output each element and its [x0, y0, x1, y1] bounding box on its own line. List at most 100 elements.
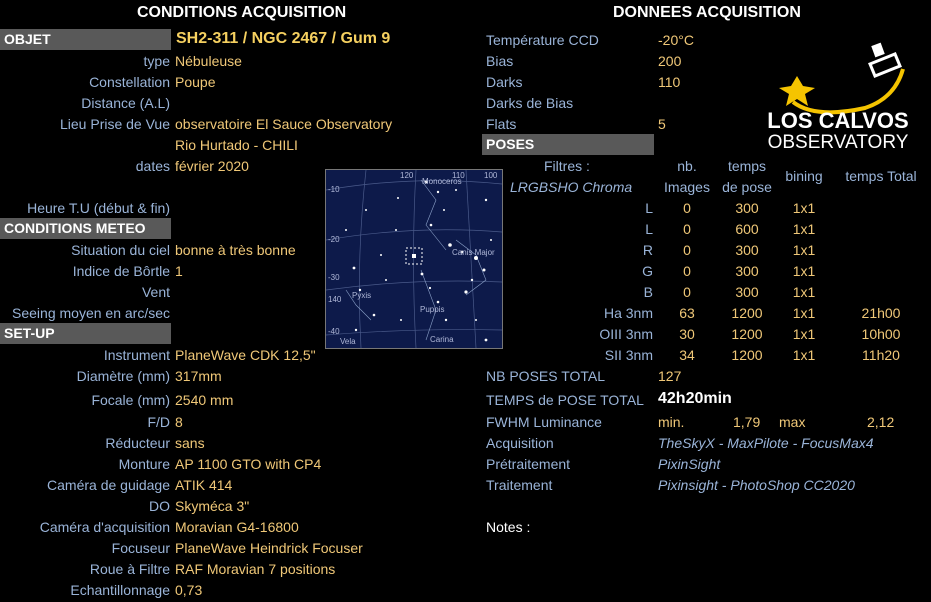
pose-total: 10h00 — [861, 326, 901, 342]
nb-poses-value: 127 — [658, 368, 682, 384]
map-star — [443, 209, 445, 211]
map-star — [428, 286, 432, 290]
left-label: Distance (A.L) — [81, 95, 170, 111]
map-label-canis-major: Canis Major — [452, 248, 495, 257]
pose-bining: 1x1 — [792, 284, 816, 300]
setup-value: PlaneWave Heindrick Focuser — [175, 540, 363, 556]
setup-value: sans — [175, 435, 205, 451]
logo-line1: LOS CALVOS — [767, 108, 908, 133]
setup-value: AP 1100 GTO with CP4 — [175, 456, 322, 472]
pose-temps: 1200 — [731, 326, 763, 342]
pose-nb: 34 — [679, 347, 695, 363]
left-label: Lieu Prise de Vue — [60, 116, 170, 132]
map-tick-120: 120 — [400, 171, 414, 180]
pose-nb: 0 — [683, 242, 691, 258]
pose-filter: OIII 3nm — [599, 326, 653, 342]
setup-value: RAF Moravian 7 positions — [175, 561, 336, 577]
map-tick-110: 110 — [452, 171, 465, 180]
map-tick-100: 100 — [484, 171, 498, 180]
pose-bining: 1x1 — [792, 200, 816, 216]
telescope-logo-icon: LOS CALVOS OBSERVATORY — [767, 42, 909, 153]
setup-label: Focale (mm) — [91, 392, 170, 408]
setup-label: Réducteur — [105, 435, 170, 451]
donnee-value: -20°C — [658, 32, 694, 48]
pose-temps: 300 — [735, 263, 759, 279]
map-star — [397, 197, 399, 199]
donnee-label: Température CCD — [486, 32, 599, 48]
pose-filter: L — [645, 200, 653, 216]
pose-temps: 600 — [735, 221, 759, 237]
map-label-vela: Vela — [340, 337, 356, 346]
meteo-label: Vent — [141, 284, 170, 300]
pose-bining: 1x1 — [792, 221, 816, 237]
donnee-value: 5 — [658, 116, 666, 132]
pose-filter: Ha 3nm — [603, 305, 653, 321]
map-star — [429, 223, 433, 227]
map-star — [395, 229, 397, 231]
map-star — [400, 319, 402, 321]
filtres-label: Filtres : — [544, 158, 590, 174]
col-total: temps Total — [845, 168, 917, 184]
setup-value: PlaneWave CDK 12,5" — [175, 347, 316, 363]
map-star — [385, 279, 387, 281]
logo-line2: OBSERVATORY — [768, 132, 909, 153]
fwhm-label: FWHM Luminance — [486, 414, 602, 430]
setup-label: Caméra d'acquisition — [39, 519, 170, 535]
setup-value: Skyméca 3" — [175, 498, 250, 514]
map-star — [352, 266, 356, 270]
pose-filter: SII 3nm — [604, 347, 653, 363]
map-star — [380, 254, 382, 256]
notes-label: Notes : — [486, 519, 531, 535]
map-label-carina: Carina — [430, 335, 454, 344]
software-value: TheSkyX - MaxPilote - FocusMax4 — [658, 435, 874, 451]
map-tick-m20: -20 — [328, 235, 340, 244]
meteo-value: bonne à très bonne — [175, 242, 296, 258]
software-value: PixinSight — [658, 456, 721, 472]
col-temps-2: de pose — [722, 179, 772, 195]
donnee-label: Darks — [486, 74, 523, 90]
software-label: Prétraitement — [486, 456, 571, 472]
map-label-puppis: Puppis — [420, 305, 444, 314]
map-star — [448, 243, 452, 247]
filtres-value: LRGBSHO Chroma — [510, 179, 633, 195]
setup-label: DO — [149, 498, 170, 514]
left-label: Heure T.U (début & fin) — [27, 200, 170, 216]
left-value: février 2020 — [175, 158, 249, 174]
meteo-value: 1 — [175, 263, 183, 279]
nb-poses-label: NB POSES TOTAL — [486, 368, 606, 384]
right-title: DONNEES ACQUISITION — [613, 4, 801, 21]
map-star — [420, 272, 424, 276]
poses-header: POSES — [482, 134, 654, 155]
setup-label: Monture — [118, 456, 170, 472]
left-value: Nébuleuse — [175, 53, 242, 69]
pose-temps: 300 — [735, 284, 759, 300]
map-tick-140: 140 — [328, 295, 342, 304]
setup-value: ATIK 414 — [175, 477, 233, 493]
map-star — [482, 268, 486, 272]
setup-value: 2540 mm — [175, 392, 234, 408]
setup-value: 317mm — [175, 368, 222, 384]
setup-value: Moravian G4-16800 — [175, 519, 299, 535]
sky-chart-svg: Monoceros Canis Major Pyxis Puppis Vela … — [325, 169, 503, 349]
software-label: Acquisition — [486, 435, 554, 451]
map-star — [490, 239, 492, 241]
map-star — [470, 278, 474, 282]
observatory-logo: LOS CALVOS OBSERVATORY — [745, 24, 931, 158]
temps-total-label: TEMPS de POSE TOTAL — [486, 392, 644, 408]
pose-bining: 1x1 — [792, 326, 816, 342]
map-label-pyxis: Pyxis — [352, 291, 371, 300]
left-label: type — [143, 53, 170, 69]
map-star — [436, 190, 440, 194]
fwhm-min-label: min. — [658, 414, 685, 430]
pose-nb: 0 — [683, 263, 691, 279]
pose-filter: B — [643, 284, 653, 300]
pose-bining: 1x1 — [792, 263, 816, 279]
pose-temps: 300 — [735, 242, 759, 258]
pose-nb: 0 — [683, 221, 691, 237]
left-value: observatoire El Sauce Observatory — [175, 116, 393, 132]
objet-header: OBJET — [0, 29, 171, 50]
meteo-label: Situation du ciel — [71, 242, 170, 258]
left-label: dates — [135, 158, 170, 174]
setup-label: Echantillonnage — [70, 582, 170, 598]
map-star — [365, 209, 367, 211]
